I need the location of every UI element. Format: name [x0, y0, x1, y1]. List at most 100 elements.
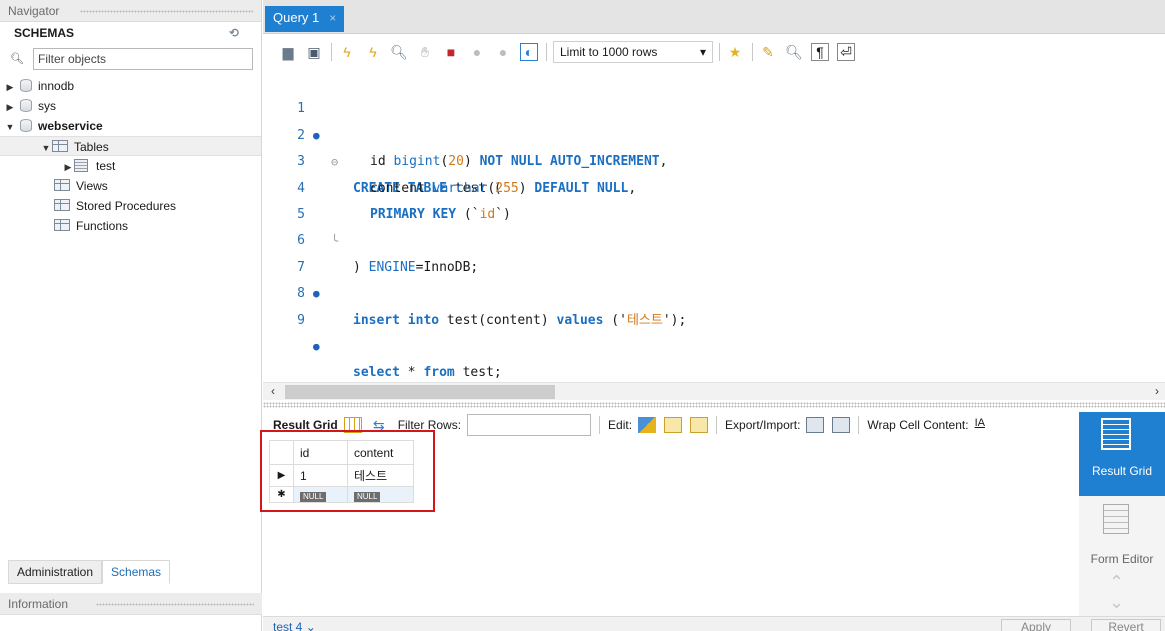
views-folder-icon: [54, 179, 70, 191]
edit-row-icon[interactable]: [638, 417, 657, 433]
tables-folder-icon: [52, 140, 68, 152]
functions-folder-icon: [54, 219, 70, 231]
navigator-title: Navigator: [8, 4, 60, 18]
wrap-cell-icon[interactable]: IA: [975, 417, 993, 433]
beautify-icon[interactable]: ✎: [759, 43, 777, 61]
schema-name: webservice: [38, 119, 103, 133]
tab-schemas[interactable]: Schemas: [102, 560, 171, 584]
collapse-arrow-icon[interactable]: ▼: [4, 117, 16, 137]
result-grid-icon: [1101, 418, 1131, 450]
main-area: Query 1 × ▆ ▣ ϟ ϟ 🔍︎ ✋︎ ■ ● ● ◐ Limit to …: [260, 0, 1165, 631]
tree-item-views[interactable]: Views: [0, 176, 261, 196]
toggle-error-icon[interactable]: ■: [442, 43, 460, 61]
result-tabs-bar: test 4 ⌄ Apply Revert: [263, 616, 1165, 631]
scroll-left-icon[interactable]: ‹: [271, 384, 275, 398]
tree-item-label: Functions: [76, 219, 129, 233]
horizontal-scrollbar[interactable]: ‹ ›: [263, 382, 1165, 400]
tree-item-tables[interactable]: ▼ Tables: [0, 136, 261, 156]
limit-rows-select[interactable]: Limit to 1000 rows ▾: [553, 41, 713, 63]
tree-item-stored-procedures[interactable]: Stored Procedures: [0, 196, 261, 216]
close-icon[interactable]: ×: [329, 11, 336, 25]
information-header: Information: [0, 593, 262, 615]
tree-item-label: Stored Procedures: [76, 199, 177, 213]
line-number: 9: [297, 312, 305, 328]
import-icon[interactable]: [832, 417, 851, 433]
open-folder-icon[interactable]: ▆: [279, 43, 297, 61]
scroll-thumb[interactable]: [285, 385, 555, 399]
result-side-panel: Result Grid Form Editor ⌃ ⌄: [1079, 412, 1165, 631]
schema-innodb[interactable]: ▶ innodb: [0, 76, 261, 96]
database-icon: [20, 99, 32, 112]
schema-name: sys: [38, 99, 56, 113]
sql-editor[interactable]: 1 ● ⊖ CREATE TABLE test ( 2 id bigint(20…: [263, 70, 1165, 382]
save-icon[interactable]: ▣: [305, 43, 323, 61]
add-snippet-icon[interactable]: ★: [726, 43, 744, 61]
limit-rows-value: Limit to 1000 rows: [560, 45, 658, 59]
word-wrap-icon[interactable]: ⏎: [837, 43, 855, 61]
find-replace-icon[interactable]: 🔍︎: [785, 43, 803, 61]
explain-icon[interactable]: 🔍︎: [390, 43, 408, 61]
tab-result-test-4[interactable]: test 4 ⌄: [273, 620, 316, 631]
separator: [716, 416, 718, 434]
result-tab-label: test 4: [273, 620, 303, 631]
refresh-icon[interactable]: ⟲: [229, 26, 239, 40]
procedures-folder-icon: [54, 199, 70, 211]
tree-item-label: Views: [76, 179, 108, 193]
collapse-arrow-icon[interactable]: ▼: [40, 138, 52, 158]
editor-tabbar: Query 1 ×: [263, 0, 1165, 34]
revert-button[interactable]: Revert: [1091, 619, 1161, 631]
chevron-down-icon[interactable]: ⌄: [1109, 592, 1124, 613]
tree-item-table-test[interactable]: ▶ test: [0, 156, 261, 176]
filter-rows-input[interactable]: [467, 414, 592, 436]
code-line: 6: [263, 202, 1165, 248]
highlight-annotation-box: [260, 430, 435, 512]
scroll-right-icon[interactable]: ›: [1155, 384, 1159, 398]
schema-name: innodb: [38, 79, 75, 93]
filter-objects-input[interactable]: [33, 48, 253, 70]
code-line: 9 ● select * from test;: [263, 281, 1165, 381]
schema-webservice[interactable]: ▼ webservice: [0, 116, 261, 136]
apply-button[interactable]: Apply: [1001, 619, 1071, 631]
schemas-label: SCHEMAS: [14, 26, 75, 40]
chevron-down-icon: ⌄: [305, 620, 316, 631]
execute-current-icon[interactable]: ϟ: [364, 43, 382, 61]
table-icon: [74, 159, 88, 172]
expand-arrow-icon[interactable]: ▶: [4, 77, 16, 97]
execute-icon[interactable]: ϟ: [338, 43, 356, 61]
rollback-icon[interactable]: ●: [494, 43, 512, 61]
tab-query-1[interactable]: Query 1 ×: [265, 6, 345, 32]
code-line: 5 ╰ ) ENGINE=InnoDB;: [263, 176, 1165, 275]
panel-grip[interactable]: [96, 603, 254, 606]
tree-item-functions[interactable]: Functions: [0, 216, 261, 236]
separator: [331, 43, 332, 61]
splitter-handle[interactable]: [263, 402, 1165, 408]
navigator-tabs: Administration Schemas: [8, 560, 171, 584]
stop-icon[interactable]: ✋︎: [416, 43, 434, 61]
invisible-chars-icon[interactable]: ¶: [811, 43, 829, 61]
result-grid-button[interactable]: Result Grid: [1079, 412, 1165, 496]
tree-item-label: Tables: [74, 140, 109, 154]
chevron-up-icon[interactable]: ⌃: [1109, 572, 1124, 593]
dropdown-arrow-icon: ▾: [699, 45, 706, 59]
code-line: 7 ● insert into test(content) values ('테…: [263, 228, 1165, 328]
tab-administration[interactable]: Administration: [8, 560, 103, 584]
add-row-icon[interactable]: [664, 417, 683, 433]
schemas-header: SCHEMAS ⟲: [0, 22, 261, 46]
sql-toolbar: ▆ ▣ ϟ ϟ 🔍︎ ✋︎ ■ ● ● ◐ Limit to 1000 rows…: [263, 38, 1165, 66]
edit-label: Edit:: [608, 418, 633, 432]
expand-arrow-icon[interactable]: ▶: [62, 157, 74, 177]
separator: [719, 43, 720, 61]
autocommit-icon[interactable]: ◐: [520, 43, 538, 61]
expand-arrow-icon[interactable]: ▶: [4, 97, 16, 117]
form-editor-icon: [1103, 504, 1129, 534]
export-icon[interactable]: [806, 417, 825, 433]
delete-row-icon[interactable]: [690, 417, 709, 433]
commit-icon[interactable]: ●: [468, 43, 486, 61]
database-icon: [20, 79, 32, 92]
tab-title: Query 1: [273, 10, 320, 25]
schema-sys[interactable]: ▶ sys: [0, 96, 261, 116]
panel-grip[interactable]: [80, 10, 253, 13]
code-text: insert into test(content) values ('테스트')…: [353, 312, 687, 328]
separator: [599, 416, 601, 434]
separator: [752, 43, 753, 61]
